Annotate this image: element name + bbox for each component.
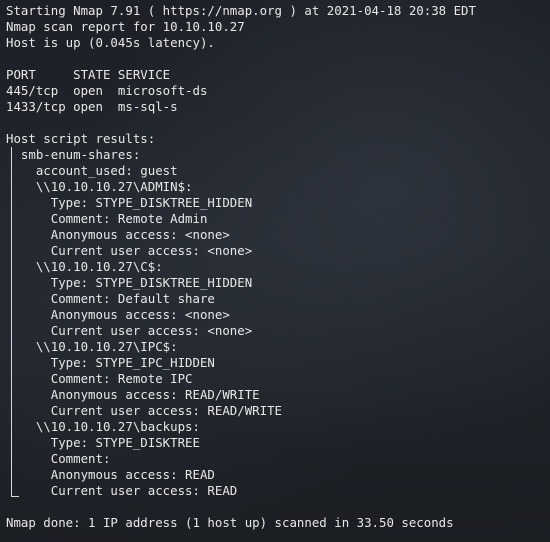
share-c-current: Current user access: <none> — [6, 323, 253, 338]
smb-enum-shares-line: smb-enum-shares: — [6, 147, 141, 162]
share-ipc-type: Type: STYPE_IPC_HIDDEN — [6, 355, 215, 370]
share-admin-comment: Comment: Remote Admin — [6, 211, 208, 226]
share-backups-anonymous: Anonymous access: READ — [6, 467, 215, 482]
share-admin-path: \\10.10.10.27\ADMIN$: — [6, 179, 193, 194]
script-output-tree-end — [11, 496, 19, 497]
port-row-1433: 1433/tcp open ms-sql-s — [6, 99, 178, 114]
host-up-line: Host is up (0.045s latency). — [6, 35, 215, 50]
share-backups-current: Current user access: READ — [6, 483, 238, 498]
share-backups-path: \\10.10.10.27\backups: — [6, 419, 200, 434]
share-c-comment: Comment: Default share — [6, 291, 215, 306]
terminal-window[interactable]: Starting Nmap 7.91 ( https://nmap.org ) … — [0, 0, 550, 542]
share-ipc-comment: Comment: Remote IPC — [6, 371, 193, 386]
share-backups-type: Type: STYPE_DISKTREE — [6, 435, 200, 450]
share-backups-comment: Comment: — [6, 451, 111, 466]
share-c-path: \\10.10.10.27\C$: — [6, 259, 163, 274]
script-output-tree-bar — [11, 147, 12, 497]
share-ipc-current: Current user access: READ/WRITE — [6, 403, 283, 418]
share-c-type: Type: STYPE_DISKTREE_HIDDEN — [6, 275, 253, 290]
share-c-anonymous: Anonymous access: <none> — [6, 307, 230, 322]
share-ipc-anonymous: Anonymous access: READ/WRITE — [6, 387, 260, 402]
share-admin-current: Current user access: <none> — [6, 243, 253, 258]
share-ipc-path: \\10.10.10.27\IPC$: — [6, 339, 178, 354]
share-admin-type: Type: STYPE_DISKTREE_HIDDEN — [6, 195, 253, 210]
port-row-445: 445/tcp open microsoft-ds — [6, 83, 208, 98]
account-used-line: account_used: guest — [6, 163, 178, 178]
port-table-header: PORT STATE SERVICE — [6, 67, 171, 82]
nmap-start-line: Starting Nmap 7.91 ( https://nmap.org ) … — [6, 3, 476, 18]
host-script-results-heading: Host script results: — [6, 131, 156, 146]
scan-report-line: Nmap scan report for 10.10.10.27 — [6, 19, 245, 34]
share-admin-anonymous: Anonymous access: <none> — [6, 227, 230, 242]
nmap-done-line: Nmap done: 1 IP address (1 host up) scan… — [6, 515, 454, 530]
